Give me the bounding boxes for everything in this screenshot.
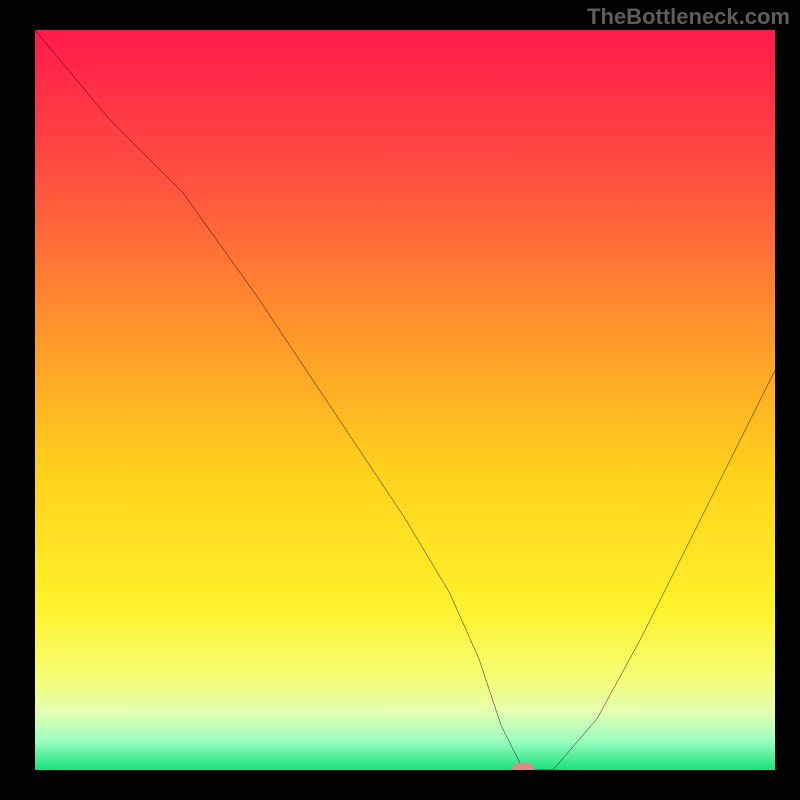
attribution-text: TheBottleneck.com bbox=[587, 4, 790, 30]
bottleneck-marker bbox=[512, 763, 534, 770]
bottleneck-curve bbox=[35, 30, 775, 770]
bottleneck-chart bbox=[35, 30, 775, 770]
